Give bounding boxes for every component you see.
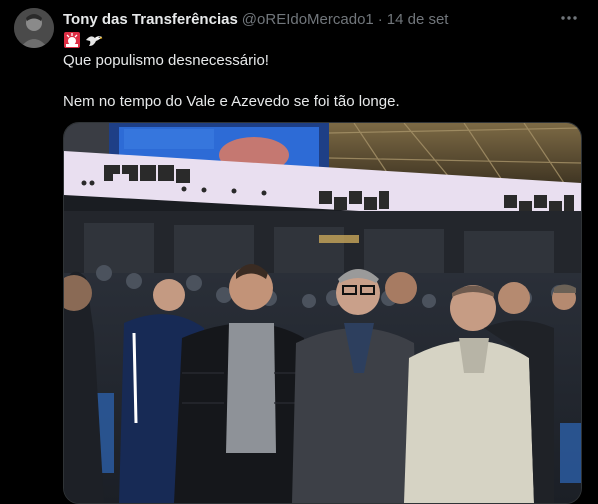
stadium-photo-illustration [64, 123, 581, 503]
tweet-photo[interactable] [63, 122, 582, 504]
eagle-icon [86, 36, 103, 46]
tweet-timestamp[interactable]: 14 de set [387, 11, 449, 28]
more-options-icon[interactable] [558, 8, 580, 28]
tweet-text-line-2: Nem no tempo do Vale e Azevedo se foi tã… [63, 93, 400, 110]
author-handle[interactable]: @oREIdoMercado1 [242, 11, 374, 28]
tweet-text-line-1: Que populismo desnecessário! [63, 52, 269, 69]
emoji-row [63, 31, 103, 49]
author-avatar[interactable] [14, 8, 54, 48]
author-name[interactable]: Tony das Transferências [63, 11, 238, 28]
tweet-header: Tony das Transferências @oREIdoMercado1 … [63, 9, 578, 29]
police-light-icon [64, 32, 80, 48]
tweet[interactable]: Tony das Transferências @oREIdoMercado1 … [0, 0, 598, 504]
header-separator: · [377, 10, 383, 28]
